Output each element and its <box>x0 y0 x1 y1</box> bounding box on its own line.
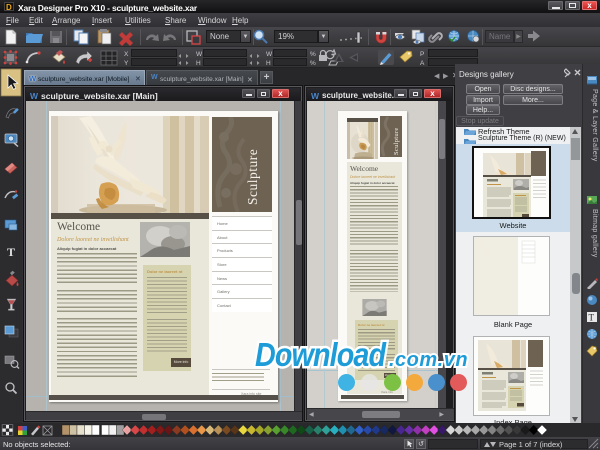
svg-text:%: % <box>310 60 316 67</box>
svg-text:A: A <box>420 60 425 67</box>
svg-text:X: X <box>124 51 129 58</box>
svg-text:H: H <box>266 60 271 67</box>
svg-text:P: P <box>420 51 424 58</box>
svg-text:W: W <box>266 51 273 58</box>
svg-text:W: W <box>196 51 203 58</box>
svg-text:H: H <box>196 60 201 67</box>
svg-text:Y: Y <box>124 60 129 67</box>
svg-text:T: T <box>589 313 595 323</box>
svg-text:%: % <box>310 51 316 58</box>
svg-text:T: T <box>7 245 15 259</box>
